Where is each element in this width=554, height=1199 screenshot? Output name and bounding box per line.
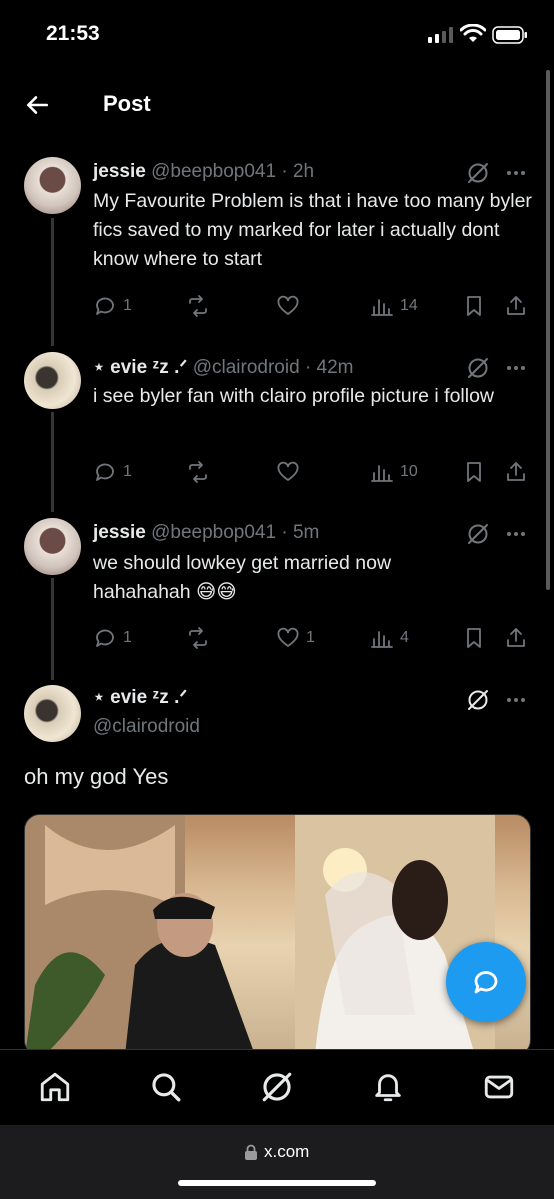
reply-button[interactable]: 1 (93, 293, 132, 319)
reply-count: 1 (123, 463, 132, 480)
wifi-icon (460, 24, 486, 42)
avatar[interactable] (24, 518, 81, 575)
views-count: 14 (400, 297, 418, 314)
more-icon[interactable] (505, 357, 527, 379)
battery-icon (492, 26, 527, 44)
display-name[interactable]: ⋆ evie ᶻz .ᐟ (93, 686, 187, 709)
post-text: oh my god Yes (24, 764, 169, 789)
views-button[interactable]: 14 (370, 293, 418, 319)
display-name[interactable]: jessie (93, 161, 146, 182)
handle-time[interactable]: @beepbop041 · 5m (151, 522, 319, 543)
browser-url-bar[interactable]: x.com (0, 1125, 554, 1199)
notifications-icon[interactable] (371, 1070, 405, 1104)
reply-button[interactable]: 1 (93, 625, 132, 651)
url-text[interactable]: x.com (264, 1142, 309, 1162)
views-count: 10 (400, 463, 418, 480)
handle-time[interactable]: @beepbop041 · 2h (151, 161, 314, 182)
views-icon (371, 465, 393, 482)
thread-line (51, 412, 54, 512)
tweet-text: we should lowkey get married now hahahah… (93, 552, 392, 603)
page-title: Post (103, 91, 151, 116)
home-indicator[interactable] (178, 1180, 376, 1186)
handle[interactable]: @clairodroid (93, 716, 200, 738)
tweet-text: My Favourite Problem is that i have too … (93, 190, 532, 270)
heart-icon (277, 461, 299, 481)
heart-icon (277, 295, 299, 315)
cellular-signal-icon (428, 27, 453, 43)
compose-reply-icon (474, 971, 498, 994)
bookmark-button[interactable] (462, 459, 486, 485)
reply-icon (96, 297, 114, 315)
more-icon[interactable] (505, 162, 527, 184)
compose-reply-button[interactable] (446, 942, 526, 1022)
bookmark-button[interactable] (462, 625, 486, 651)
scrollbar[interactable] (546, 70, 550, 590)
media-scene (25, 815, 495, 1055)
tweet-actions: 1 10 (93, 459, 533, 485)
header: Post (0, 80, 554, 130)
retweet-button[interactable] (186, 293, 216, 319)
more-icon[interactable] (505, 523, 527, 545)
grok-icon[interactable] (466, 161, 490, 185)
grok-icon[interactable] (466, 522, 490, 546)
more-icon[interactable] (505, 689, 527, 711)
grok-icon[interactable] (466, 356, 490, 380)
bookmark-button[interactable] (462, 293, 486, 319)
like-count: 1 (306, 629, 315, 646)
share-button[interactable] (504, 625, 528, 651)
tweet-header: ⋆ evie ᶻz .ᐟ @clairodroid · 42m (93, 356, 354, 379)
status-time: 21:53 (46, 22, 100, 45)
views-button[interactable]: 10 (370, 459, 418, 485)
display-name[interactable]: jessie (93, 522, 146, 543)
views-count: 4 (400, 629, 409, 646)
avatar[interactable] (24, 685, 81, 742)
bookmark-icon (467, 462, 481, 482)
thread-line (51, 218, 54, 346)
share-button[interactable] (504, 293, 528, 319)
grok-icon[interactable] (466, 688, 490, 712)
display-name[interactable]: ⋆ evie ᶻz .ᐟ (93, 357, 187, 378)
share-icon (507, 296, 525, 315)
views-button[interactable]: 4 (370, 625, 409, 651)
handle-time[interactable]: @clairodroid · 42m (193, 357, 354, 378)
share-icon (507, 628, 525, 647)
post-media-gif[interactable] (24, 814, 531, 1056)
reply-count: 1 (123, 297, 132, 314)
tweet-header: jessie @beepbop041 · 5m (93, 522, 319, 544)
tweet-actions: 1 14 (93, 293, 533, 319)
retweet-icon (189, 627, 207, 649)
avatar[interactable] (24, 157, 81, 214)
tweet-actions: 1 1 4 (93, 625, 533, 651)
search-icon[interactable] (149, 1070, 183, 1104)
reply-button[interactable]: 1 (93, 459, 132, 485)
share-button[interactable] (504, 459, 528, 485)
bookmark-icon (467, 628, 481, 648)
retweet-icon (189, 461, 207, 483)
like-button[interactable] (276, 459, 306, 485)
grok-icon[interactable] (260, 1070, 294, 1104)
lock-icon (245, 1144, 257, 1160)
reply-count: 1 (123, 629, 132, 646)
share-icon (507, 462, 525, 481)
arrow-left-icon[interactable] (24, 92, 50, 118)
thread-line (51, 578, 54, 680)
home-icon[interactable] (38, 1070, 72, 1104)
retweet-icon (189, 295, 207, 317)
tweet-header: jessie @beepbop041 · 2h (93, 161, 314, 183)
bookmark-icon (467, 296, 481, 316)
reply-icon (96, 629, 114, 647)
retweet-button[interactable] (186, 459, 216, 485)
retweet-button[interactable] (186, 625, 216, 651)
status-bar: 21:53 (0, 0, 554, 70)
like-button[interactable]: 1 (276, 625, 315, 651)
tweet-text: i see byler fan with clairo profile pict… (93, 385, 495, 407)
messages-icon[interactable] (482, 1070, 516, 1104)
bottom-tab-bar (0, 1049, 554, 1126)
views-icon (371, 299, 393, 316)
like-button[interactable] (276, 293, 306, 319)
avatar[interactable] (24, 352, 81, 409)
views-icon (371, 631, 393, 648)
heart-icon (277, 627, 299, 647)
reply-icon (96, 463, 114, 481)
